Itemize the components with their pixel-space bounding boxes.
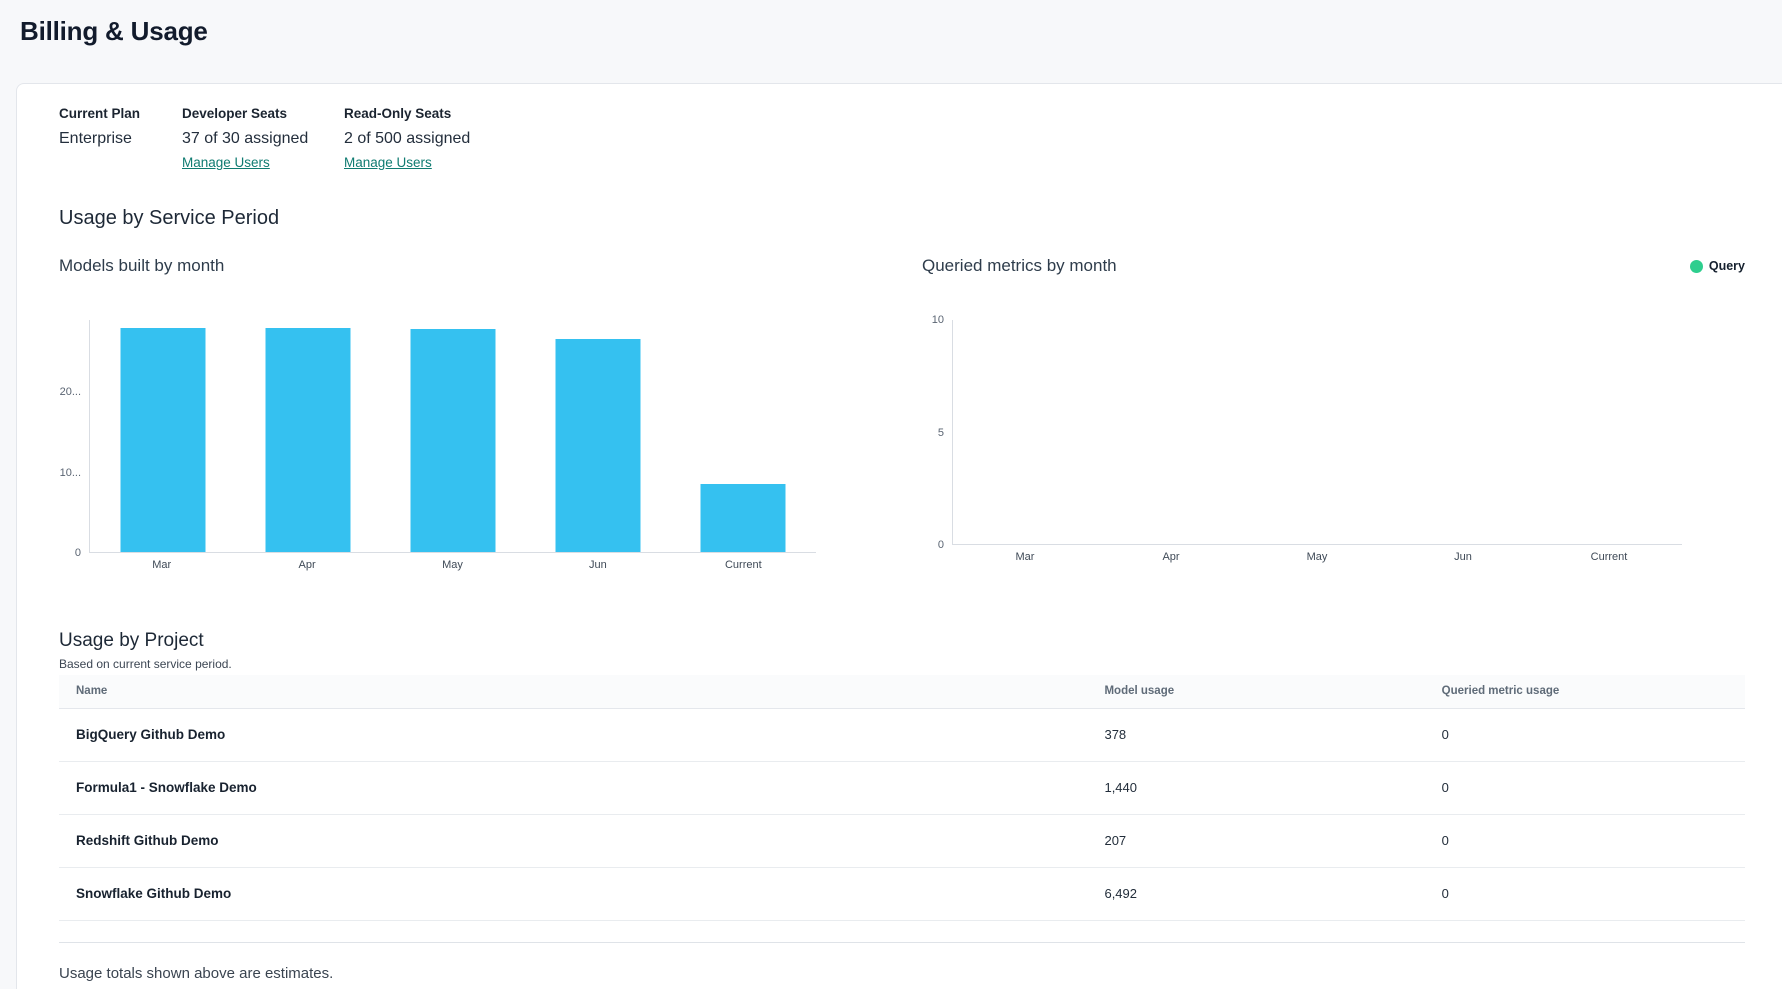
x-axis-label: Jun [525,559,670,571]
project-name-cell: Redshift Github Demo [59,814,1087,867]
developer-seats-label: Developer Seats [182,106,344,121]
models-chart-body: 010...20... [59,320,816,553]
x-axis-label: Current [1536,551,1682,563]
bar-may [411,329,496,552]
usage-table-header-row: Name Model usage Queried metric usage [59,675,1745,708]
bar-current [701,484,786,552]
readonly-seats-column: Read-Only Seats 2 of 500 assigned Manage… [344,106,470,172]
usage-by-project-table: Name Model usage Queried metric usage Bi… [59,675,1745,921]
model-usage-cell: 6,492 [1087,867,1424,920]
y-axis-tick-label: 0 [938,539,944,551]
table-row: BigQuery Github Demo3780 [59,708,1745,761]
metrics-chart-plot [952,320,1682,545]
y-axis-tick-label: 20... [60,386,81,398]
usage-by-service-period-title: Usage by Service Period [59,206,1745,230]
table-row: Snowflake Github Demo6,4920 [59,867,1745,920]
models-chart-plot [89,320,816,553]
column-header-name: Name [59,675,1087,708]
metrics-chart-title: Queried metrics by month [922,256,1117,276]
metrics-chart-body: 0510 [922,320,1745,545]
x-axis-label: Jun [1390,551,1536,563]
footer-divider [59,942,1745,943]
x-axis-label: Mar [952,551,1098,563]
current-plan-label: Current Plan [59,106,182,121]
x-axis-label: May [1244,551,1390,563]
developer-seats-column: Developer Seats 37 of 30 assigned Manage… [182,106,344,172]
y-axis-tick-label: 0 [75,547,81,559]
project-name-cell: Snowflake Github Demo [59,867,1087,920]
usage-table-body: BigQuery Github Demo3780Formula1 - Snowf… [59,708,1745,920]
query-legend: Query [1690,259,1745,273]
readonly-seats-value: 2 of 500 assigned [344,130,470,148]
x-axis-label: Apr [234,559,379,571]
y-axis-tick-label: 5 [938,427,944,439]
current-plan-value: Enterprise [59,130,182,148]
bar-mar [120,328,205,552]
usage-by-project-title: Usage by Project [59,629,1745,653]
x-axis-label: May [380,559,525,571]
metrics-chart-y-axis: 0510 [922,320,952,545]
x-axis-label: Mar [89,559,234,571]
project-name-cell: BigQuery Github Demo [59,708,1087,761]
metrics-chart-x-axis: MarAprMayJunCurrent [952,551,1682,563]
page-title: Billing & Usage [20,16,1782,47]
usage-by-project-subtitle: Based on current service period. [59,657,1745,671]
column-header-model-usage: Model usage [1087,675,1424,708]
y-axis-tick-label: 10 [932,314,944,326]
bar-jun [556,339,641,552]
models-chart-title: Models built by month [59,256,224,276]
queried-metric-usage-cell: 0 [1425,761,1745,814]
model-usage-cell: 1,440 [1087,761,1424,814]
project-name-cell: Formula1 - Snowflake Demo [59,761,1087,814]
x-axis-label: Apr [1098,551,1244,563]
queried-metric-usage-cell: 0 [1425,867,1745,920]
current-plan-column: Current Plan Enterprise [59,106,182,172]
developer-manage-users-link[interactable]: Manage Users [182,155,270,170]
readonly-seats-label: Read-Only Seats [344,106,470,121]
query-legend-label: Query [1709,259,1745,273]
billing-card: Current Plan Enterprise Developer Seats … [16,83,1782,989]
models-chart-x-axis: MarAprMayJunCurrent [89,559,816,571]
models-chart-header: Models built by month [59,256,816,276]
metrics-chart-header: Queried metrics by month Query [922,256,1745,276]
readonly-manage-users-link[interactable]: Manage Users [344,155,432,170]
queried-metrics-chart-panel: Queried metrics by month Query 0510 MarA… [922,256,1745,571]
queried-metric-usage-cell: 0 [1425,708,1745,761]
plan-summary: Current Plan Enterprise Developer Seats … [59,106,1745,172]
charts-row: Models built by month 010...20... MarApr… [59,256,1745,571]
bar-apr [265,328,350,552]
column-header-queried-metric-usage: Queried metric usage [1425,675,1745,708]
models-built-chart-panel: Models built by month 0 10... 20... MarApr… [59,256,816,571]
model-usage-cell: 378 [1087,708,1424,761]
x-axis-label: Current [671,559,816,571]
table-row: Formula1 - Snowflake Demo1,4400 [59,761,1745,814]
usage-estimates-footnote: Usage totals shown above are estimates. [59,965,1745,982]
models-chart-y-axis: 010...20... [59,320,89,553]
table-row: Redshift Github Demo2070 [59,814,1745,867]
developer-seats-value: 37 of 30 assigned [182,130,344,148]
usage-table-header: Name Model usage Queried metric usage [59,675,1745,708]
y-axis-tick-label: 10... [60,467,81,479]
query-legend-dot-icon [1690,260,1703,273]
model-usage-cell: 207 [1087,814,1424,867]
queried-metric-usage-cell: 0 [1425,814,1745,867]
